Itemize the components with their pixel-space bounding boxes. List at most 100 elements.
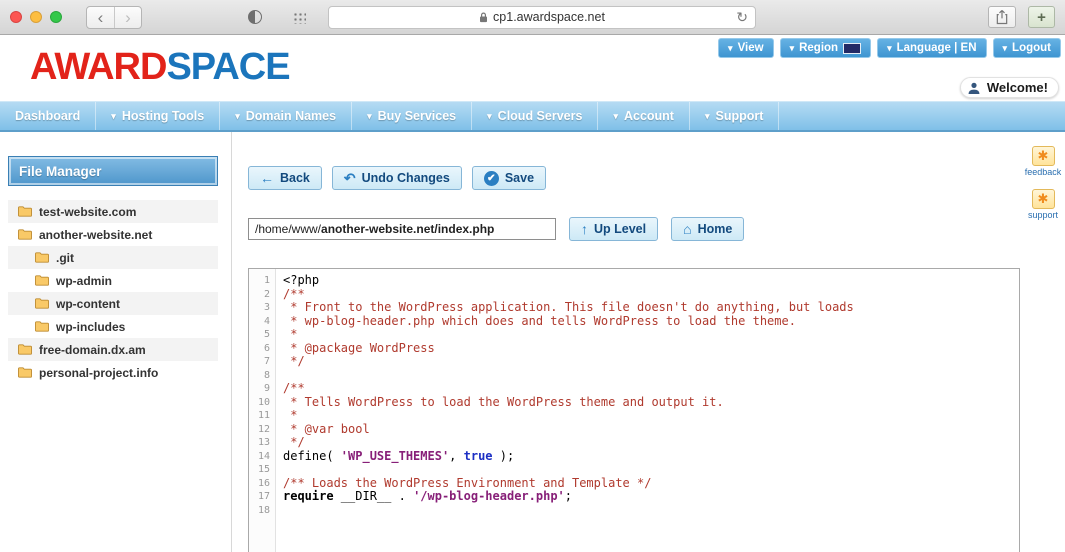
awardspace-logo: AWARDSPACE — [30, 46, 291, 89]
content-area: File Manager test-website.com another-web… — [0, 132, 1065, 552]
top-button-region[interactable]: ▾ Region — [779, 38, 872, 58]
top-button-logout[interactable]: ▾ Logout — [992, 38, 1061, 58]
folder-item-free-domain-dx-am[interactable]: free-domain.dx.am — [8, 338, 218, 361]
nav-item-label: Dashboard — [15, 109, 81, 123]
save-button[interactable]: ✔ Save — [471, 166, 547, 190]
folder-item-git[interactable]: .git — [8, 246, 218, 269]
undo-icon: ↶ — [343, 170, 356, 186]
folder-item-personal-project-info[interactable]: personal-project.info — [8, 361, 218, 384]
folder-label: wp-admin — [56, 273, 112, 288]
path-row: /home/www/another-website.net/index.php … — [248, 217, 1020, 241]
top-button-language[interactable]: ▾ Language | EN — [877, 38, 987, 58]
code-segment-string: 'WP_USE_THEMES' — [340, 448, 450, 463]
lock-icon — [480, 12, 488, 22]
save-check-icon: ✔ — [483, 170, 499, 186]
undo-button-label: Undo Changes — [361, 171, 450, 185]
line-number: 14 — [257, 450, 270, 462]
code-segment-comment: /** — [283, 381, 305, 395]
folder-item-another-website-net[interactable]: another-website.net — [8, 223, 218, 246]
code-segment-plain: __DIR__ . — [333, 489, 414, 503]
code-line: require __DIR__ . '/wp-blog-header.php'; — [283, 489, 1019, 504]
code-segment-comment: * — [283, 408, 298, 422]
folder-item-wp-admin[interactable]: wp-admin — [8, 269, 218, 292]
code-segment-plain: <?php — [283, 273, 320, 287]
support-star-icon: ✱ — [1031, 189, 1055, 209]
home-button[interactable]: ⌂ Home — [671, 217, 745, 241]
code-segment-comment: * wp-blog-header.php which does and tell… — [283, 313, 796, 328]
code-segment-comment: * @var bool — [283, 421, 370, 436]
content-blocker-icon[interactable] — [248, 10, 262, 24]
folder-icon — [18, 367, 32, 378]
code-line: * Tells WordPress to load the WordPress … — [283, 395, 1019, 410]
support-badge[interactable]: ✱ support — [1028, 189, 1058, 220]
zoom-window-button[interactable] — [50, 11, 62, 23]
code-segment-comment: * — [283, 327, 298, 341]
folder-icon — [35, 298, 49, 309]
top-button-label: Language | EN — [896, 42, 977, 54]
browser-chrome: ‹ › cp1.awardspace.net ↻ + — [0, 0, 1065, 35]
code-line: */ — [283, 435, 1019, 450]
new-tab-button[interactable]: + — [1028, 6, 1055, 28]
refresh-icon[interactable]: ↻ — [736, 9, 748, 26]
top-button-view[interactable]: ▾ View — [718, 38, 774, 58]
file-path-input[interactable]: /home/www/another-website.net/index.php — [248, 218, 556, 240]
code-segment-bool: true — [463, 448, 493, 463]
feedback-label: feedback — [1024, 167, 1062, 177]
forward-button[interactable]: › — [114, 6, 141, 28]
code-line: * wp-blog-header.php which does and tell… — [283, 313, 1019, 329]
nav-item-cloud-servers[interactable]: ▾ Cloud Servers — [472, 102, 599, 130]
line-number: 3 — [263, 302, 270, 313]
nav-item-domain-names[interactable]: ▾ Domain Names — [220, 102, 353, 130]
nav-item-label: Support — [715, 109, 764, 123]
undo-changes-button[interactable]: ↶ Undo Changes — [331, 166, 462, 190]
back-button[interactable]: ‹ — [87, 7, 114, 28]
caret-down-icon: ▾ — [728, 42, 733, 53]
caret-down-icon: ▾ — [704, 110, 710, 121]
nav-item-account[interactable]: ▾ Account — [598, 102, 690, 130]
line-number: 13 — [257, 437, 270, 448]
code-segment-comment: /** — [283, 286, 305, 301]
file-manager-title-label: File Manager — [19, 163, 102, 179]
caret-down-icon: ▾ — [487, 110, 492, 121]
favorites-grid-icon[interactable] — [292, 10, 306, 24]
back-button-editor[interactable]: ← Back — [248, 166, 322, 190]
top-button-label: Region — [799, 42, 839, 54]
minimize-window-button[interactable] — [30, 11, 42, 23]
folder-label: personal-project.info — [39, 365, 159, 380]
nav-item-support[interactable]: ▾ Support — [690, 102, 780, 130]
editor-gutter: 1 2 3 4 5 6 7 8 9 10 11 12 13 14 15 16 17 18 — [249, 269, 276, 552]
code-segment-plain: ; — [564, 489, 573, 503]
top-action-buttons: ▾ View ▾ Region ▾ Language | EN ▾ Logout — [718, 38, 1061, 58]
line-number: 12 — [257, 423, 270, 435]
code-segment-keyword: require — [283, 489, 334, 503]
nav-item-dashboard[interactable]: Dashboard — [0, 102, 97, 130]
code-segment-string: '/wp-blog-header.php' — [413, 489, 565, 503]
folder-label: free-domain.dx.am — [39, 342, 146, 357]
code-line: /** — [283, 381, 1019, 396]
home-button-label: Home — [697, 222, 733, 236]
nav-item-hosting-tools[interactable]: ▾ Hosting Tools — [96, 102, 221, 130]
history-buttons: ‹ › — [86, 5, 142, 29]
up-level-button[interactable]: ↑ Up Level — [569, 217, 659, 241]
address-bar[interactable]: cp1.awardspace.net ↻ — [328, 5, 756, 29]
nav-item-label: Buy Services — [377, 109, 457, 123]
close-window-button[interactable] — [10, 11, 22, 23]
code-editor: 1 2 3 4 5 6 7 8 9 10 11 12 13 14 15 16 17 18 <?php/** * F… — [248, 268, 1020, 552]
address-url: cp1.awardspace.net — [493, 10, 605, 24]
caret-down-icon: ▾ — [789, 42, 795, 53]
line-number: 17 — [257, 491, 270, 502]
folder-item-wp-content[interactable]: wp-content — [8, 292, 218, 315]
folder-item-test-website-com[interactable]: test-website.com — [8, 200, 218, 223]
feedback-badge[interactable]: ✱ feedback — [1024, 146, 1062, 177]
nav-item-buy-services[interactable]: ▾ Buy Services — [352, 102, 473, 130]
code-editor-area[interactable]: <?php/** * Front to the WordPress applic… — [276, 269, 1019, 552]
folder-label: wp-includes — [56, 319, 126, 334]
share-button[interactable] — [988, 6, 1016, 28]
back-arrow-icon: ← — [260, 170, 274, 186]
folder-item-wp-includes[interactable]: wp-includes — [8, 315, 218, 338]
folder-icon — [35, 252, 49, 263]
code-line: * — [283, 408, 1019, 423]
